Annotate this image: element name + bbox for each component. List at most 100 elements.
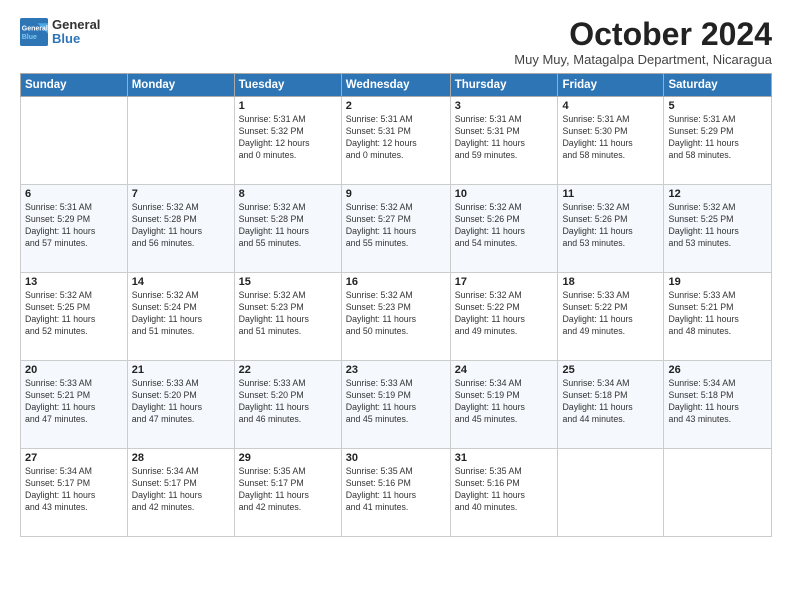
calendar-cell: 30 Sunrise: 5:35 AM Sunset: 5:16 PM Dayli… <box>341 449 450 537</box>
day-info: Sunrise: 5:31 AM Sunset: 5:30 PM Dayligh… <box>562 114 659 162</box>
calendar-week-5: 27Sunrise: 5:34 AM Sunset: 5:17 PM Dayli… <box>21 449 772 537</box>
calendar-header-monday: Monday <box>127 74 234 97</box>
day-number: 28 <box>132 452 230 464</box>
calendar-cell: 9 Sunrise: 5:32 AM Sunset: 5:27 PM Daylig… <box>341 185 450 273</box>
calendar-cell: 6 Sunrise: 5:31 AM Sunset: 5:29 PM Daylig… <box>21 185 128 273</box>
logo-line1: General <box>52 18 100 32</box>
day-info: Sunrise: 5:31 AM Sunset: 5:31 PM Dayligh… <box>455 114 554 162</box>
calendar-cell: 11Sunrise: 5:32 AM Sunset: 5:26 PM Dayli… <box>558 185 664 273</box>
day-number: 20 <box>25 364 123 376</box>
day-number: 30 <box>346 452 446 464</box>
calendar-cell: 8Sunrise: 5:32 AM Sunset: 5:28 PM Daylig… <box>234 185 341 273</box>
day-number: 9 <box>346 188 446 200</box>
day-info: Sunrise: 5:32 AM Sunset: 5:25 PM Dayligh… <box>668 202 767 250</box>
day-number: 2 <box>346 100 446 112</box>
calendar-cell: 19Sunrise: 5:33 AM Sunset: 5:21 PM Dayli… <box>664 273 772 361</box>
day-info: Sunrise: 5:33 AM Sunset: 5:21 PM Dayligh… <box>25 378 123 426</box>
day-info: Sunrise: 5:32 AM Sunset: 5:22 PM Dayligh… <box>455 290 554 338</box>
day-number: 6 <box>25 188 123 200</box>
calendar-cell: 29 Sunrise: 5:35 AM Sunset: 5:17 PM Dayli… <box>234 449 341 537</box>
day-info: Sunrise: 5:33 AM Sunset: 5:20 PM Dayligh… <box>239 378 337 426</box>
day-info: Sunrise: 5:31 AM Sunset: 5:31 PM Dayligh… <box>346 114 446 162</box>
day-number: 17 <box>455 276 554 288</box>
svg-text:Blue: Blue <box>22 34 37 41</box>
calendar-cell: 27Sunrise: 5:34 AM Sunset: 5:17 PM Dayli… <box>21 449 128 537</box>
day-number: 26 <box>668 364 767 376</box>
calendar-cell: 31Sunrise: 5:35 AM Sunset: 5:16 PM Dayli… <box>450 449 558 537</box>
day-info: Sunrise: 5:32 AM Sunset: 5:24 PM Dayligh… <box>132 290 230 338</box>
logo-line2: Blue <box>52 32 100 46</box>
day-info: Sunrise: 5:32 AM Sunset: 5:28 PM Dayligh… <box>132 202 230 250</box>
calendar-cell: 21 Sunrise: 5:33 AM Sunset: 5:20 PM Dayli… <box>127 361 234 449</box>
day-info: Sunrise: 5:32 AM Sunset: 5:23 PM Dayligh… <box>346 290 446 338</box>
day-info: Sunrise: 5:34 AM Sunset: 5:17 PM Dayligh… <box>25 466 123 514</box>
day-info: Sunrise: 5:33 AM Sunset: 5:20 PM Dayligh… <box>132 378 230 426</box>
calendar-header-tuesday: Tuesday <box>234 74 341 97</box>
calendar-header-friday: Friday <box>558 74 664 97</box>
calendar-header-wednesday: Wednesday <box>341 74 450 97</box>
day-number: 7 <box>132 188 230 200</box>
calendar-cell <box>127 97 234 185</box>
calendar-page: General Blue General Blue October 2024 M… <box>0 0 792 612</box>
day-number: 15 <box>239 276 337 288</box>
day-number: 10 <box>455 188 554 200</box>
day-info: Sunrise: 5:35 AM Sunset: 5:16 PM Dayligh… <box>346 466 446 514</box>
day-number: 12 <box>668 188 767 200</box>
calendar-cell: 26Sunrise: 5:34 AM Sunset: 5:18 PM Dayli… <box>664 361 772 449</box>
calendar-cell: 14 Sunrise: 5:32 AM Sunset: 5:24 PM Dayli… <box>127 273 234 361</box>
calendar-week-4: 20 Sunrise: 5:33 AM Sunset: 5:21 PM Dayli… <box>21 361 772 449</box>
day-number: 23 <box>346 364 446 376</box>
calendar-cell <box>21 97 128 185</box>
calendar-cell: 22Sunrise: 5:33 AM Sunset: 5:20 PM Dayli… <box>234 361 341 449</box>
calendar-cell: 1Sunrise: 5:31 AM Sunset: 5:32 PM Daylig… <box>234 97 341 185</box>
day-number: 19 <box>668 276 767 288</box>
calendar-cell <box>558 449 664 537</box>
day-number: 24 <box>455 364 554 376</box>
logo-icon: General Blue <box>20 18 48 46</box>
calendar-cell: 18 Sunrise: 5:33 AM Sunset: 5:22 PM Dayli… <box>558 273 664 361</box>
calendar-cell: 3Sunrise: 5:31 AM Sunset: 5:31 PM Daylig… <box>450 97 558 185</box>
calendar-cell: 24 Sunrise: 5:34 AM Sunset: 5:19 PM Dayli… <box>450 361 558 449</box>
calendar-header-row: SundayMondayTuesdayWednesdayThursdayFrid… <box>21 74 772 97</box>
calendar-cell: 17 Sunrise: 5:32 AM Sunset: 5:22 PM Dayli… <box>450 273 558 361</box>
day-info: Sunrise: 5:34 AM Sunset: 5:17 PM Dayligh… <box>132 466 230 514</box>
day-number: 29 <box>239 452 337 464</box>
day-info: Sunrise: 5:34 AM Sunset: 5:19 PM Dayligh… <box>455 378 554 426</box>
header: General Blue General Blue October 2024 M… <box>20 18 772 67</box>
calendar-header-saturday: Saturday <box>664 74 772 97</box>
calendar-header-thursday: Thursday <box>450 74 558 97</box>
day-number: 18 <box>562 276 659 288</box>
calendar-cell: 10 Sunrise: 5:32 AM Sunset: 5:26 PM Dayli… <box>450 185 558 273</box>
logo: General Blue General Blue <box>20 18 100 47</box>
calendar-cell: 23 Sunrise: 5:33 AM Sunset: 5:19 PM Dayli… <box>341 361 450 449</box>
calendar-cell: 7 Sunrise: 5:32 AM Sunset: 5:28 PM Daylig… <box>127 185 234 273</box>
calendar-cell <box>664 449 772 537</box>
calendar-week-3: 13 Sunrise: 5:32 AM Sunset: 5:25 PM Dayli… <box>21 273 772 361</box>
title-block: October 2024 Muy Muy, Matagalpa Departme… <box>514 18 772 67</box>
day-info: Sunrise: 5:33 AM Sunset: 5:22 PM Dayligh… <box>562 290 659 338</box>
day-info: Sunrise: 5:32 AM Sunset: 5:25 PM Dayligh… <box>25 290 123 338</box>
day-info: Sunrise: 5:33 AM Sunset: 5:19 PM Dayligh… <box>346 378 446 426</box>
day-info: Sunrise: 5:32 AM Sunset: 5:23 PM Dayligh… <box>239 290 337 338</box>
day-info: Sunrise: 5:32 AM Sunset: 5:27 PM Dayligh… <box>346 202 446 250</box>
day-number: 13 <box>25 276 123 288</box>
calendar-cell: 16 Sunrise: 5:32 AM Sunset: 5:23 PM Dayli… <box>341 273 450 361</box>
day-info: Sunrise: 5:35 AM Sunset: 5:17 PM Dayligh… <box>239 466 337 514</box>
calendar-cell: 5 Sunrise: 5:31 AM Sunset: 5:29 PM Daylig… <box>664 97 772 185</box>
day-number: 4 <box>562 100 659 112</box>
day-number: 8 <box>239 188 337 200</box>
calendar-week-1: 1Sunrise: 5:31 AM Sunset: 5:32 PM Daylig… <box>21 97 772 185</box>
day-info: Sunrise: 5:32 AM Sunset: 5:26 PM Dayligh… <box>455 202 554 250</box>
calendar-cell: 15 Sunrise: 5:32 AM Sunset: 5:23 PM Dayli… <box>234 273 341 361</box>
day-number: 21 <box>132 364 230 376</box>
day-number: 5 <box>668 100 767 112</box>
day-info: Sunrise: 5:31 AM Sunset: 5:29 PM Dayligh… <box>668 114 767 162</box>
calendar-cell: 2 Sunrise: 5:31 AM Sunset: 5:31 PM Daylig… <box>341 97 450 185</box>
day-number: 25 <box>562 364 659 376</box>
day-number: 11 <box>562 188 659 200</box>
calendar-cell: 20 Sunrise: 5:33 AM Sunset: 5:21 PM Dayli… <box>21 361 128 449</box>
calendar-cell: 25Sunrise: 5:34 AM Sunset: 5:18 PM Dayli… <box>558 361 664 449</box>
day-number: 16 <box>346 276 446 288</box>
day-number: 14 <box>132 276 230 288</box>
day-info: Sunrise: 5:31 AM Sunset: 5:29 PM Dayligh… <box>25 202 123 250</box>
